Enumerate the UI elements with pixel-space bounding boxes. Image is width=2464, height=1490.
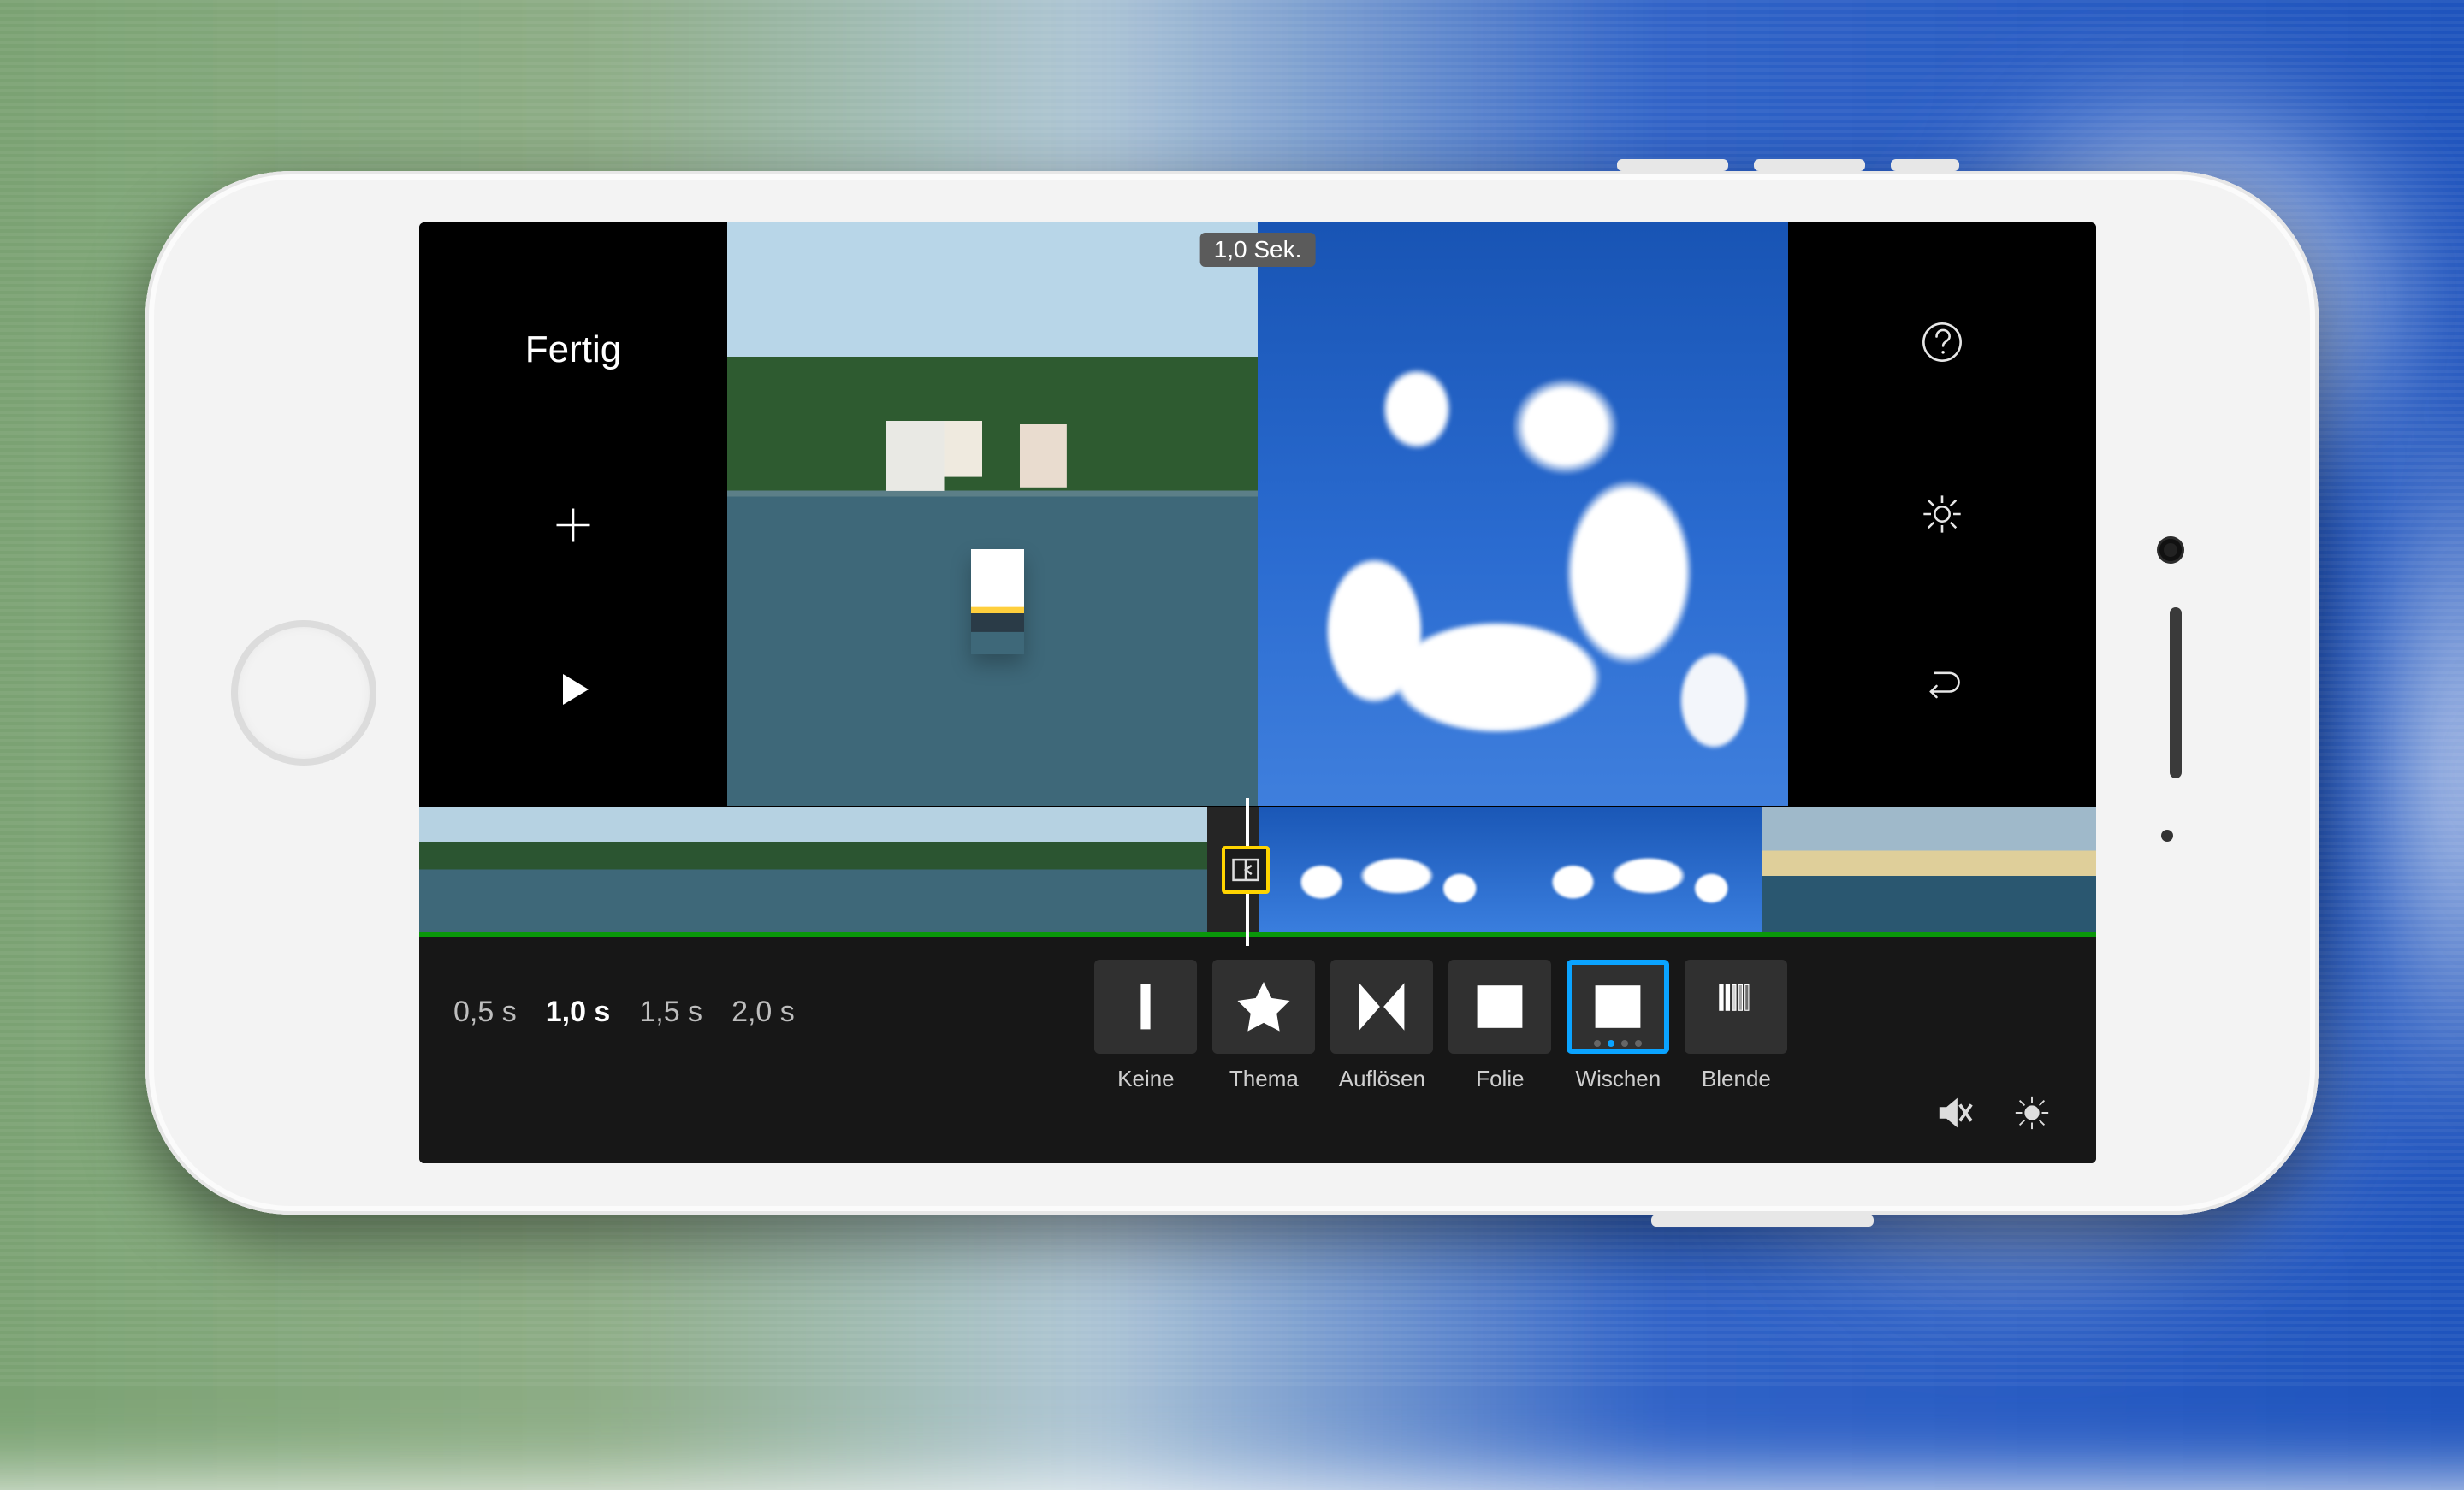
play-icon: [553, 669, 594, 710]
earpiece: [2170, 607, 2182, 778]
proximity-sensor: [2161, 830, 2173, 842]
timeline-thumb[interactable]: [1510, 807, 1762, 932]
help-icon: [1920, 320, 1964, 364]
help-button[interactable]: [1916, 316, 1968, 368]
front-camera: [2159, 539, 2182, 561]
transition-controls: 0,5 s 1,0 s 1,5 s 2,0 s Keine Thema Aufl…: [419, 937, 2096, 1163]
timeline-thumb[interactable]: [688, 807, 957, 932]
clip-tools: [1934, 1091, 2053, 1134]
transition-none[interactable]: Keine: [1094, 960, 1197, 1092]
power-button: [1651, 1215, 1874, 1227]
preview-clip-a: [727, 222, 1258, 806]
timeline-thumb[interactable]: [956, 807, 1207, 932]
video-preview[interactable]: 1,0 Sek.: [727, 222, 1788, 806]
timeline-thumb[interactable]: [1762, 807, 2096, 932]
duration-option[interactable]: 1,5 s: [639, 996, 702, 1029]
star-icon: [1236, 979, 1291, 1034]
duration-options: 0,5 s 1,0 s 1,5 s 2,0 s: [453, 996, 795, 1029]
app-screen: Fertig 1,0 Sek.: [419, 222, 2096, 1163]
transition-types: Keine Thema Auflösen Folie: [1094, 960, 1787, 1092]
add-media-button[interactable]: [548, 500, 599, 551]
gear-icon: [2012, 1093, 2052, 1132]
transition-label: Thema: [1229, 1066, 1299, 1092]
page-dots: [1594, 1040, 1642, 1047]
mute-switch: [1891, 159, 1959, 171]
duration-option[interactable]: 0,5 s: [453, 996, 517, 1029]
slide-icon: [1472, 979, 1527, 1034]
transition-theme[interactable]: Thema: [1212, 960, 1315, 1092]
duration-option[interactable]: 2,0 s: [732, 996, 795, 1029]
transition-marker[interactable]: [1222, 846, 1270, 894]
done-button[interactable]: Fertig: [520, 313, 626, 387]
home-button: [231, 620, 376, 766]
fade-icon: [1709, 979, 1763, 1034]
dissolve-icon: [1354, 979, 1409, 1034]
undo-button[interactable]: [1916, 660, 1968, 712]
transition-slide[interactable]: Folie: [1448, 960, 1551, 1092]
transition-marker-icon: [1231, 855, 1260, 884]
volume-up-button: [1617, 159, 1728, 171]
none-icon: [1118, 979, 1173, 1034]
preview-clip-b: [1258, 222, 1788, 806]
gear-icon: [1920, 492, 1964, 536]
clip-settings-button[interactable]: [2011, 1091, 2053, 1134]
timeline[interactable]: [419, 806, 2096, 937]
transition-fade[interactable]: Blende: [1685, 960, 1787, 1092]
left-toolbar: Fertig: [419, 222, 727, 806]
plus-icon: [551, 503, 595, 547]
project-settings-button[interactable]: [1916, 488, 1968, 540]
volume-down-button: [1754, 159, 1865, 171]
phone-frame: Fertig 1,0 Sek.: [145, 171, 2319, 1215]
transition-wipe[interactable]: Wischen: [1567, 960, 1669, 1092]
transition-dissolve[interactable]: Auflösen: [1330, 960, 1433, 1092]
transition-label: Auflösen: [1339, 1066, 1425, 1092]
transition-duration-pill: 1,0 Sek.: [1200, 233, 1316, 267]
transition-label: Wischen: [1576, 1066, 1661, 1092]
mute-button[interactable]: [1934, 1091, 1976, 1134]
timeline-thumb[interactable]: [419, 807, 688, 932]
timeline-thumb[interactable]: [1259, 807, 1510, 932]
preview-area: Fertig 1,0 Sek.: [419, 222, 2096, 806]
wipe-icon: [1590, 979, 1645, 1034]
transition-label: Blende: [1702, 1066, 1771, 1092]
transition-label: Folie: [1476, 1066, 1524, 1092]
duration-option-selected[interactable]: 1,0 s: [546, 996, 611, 1029]
right-toolbar: [1788, 222, 2096, 806]
play-button[interactable]: [548, 664, 599, 715]
mute-icon: [1935, 1093, 1975, 1132]
undo-icon: [1920, 664, 1964, 708]
transition-label: Keine: [1117, 1066, 1175, 1092]
